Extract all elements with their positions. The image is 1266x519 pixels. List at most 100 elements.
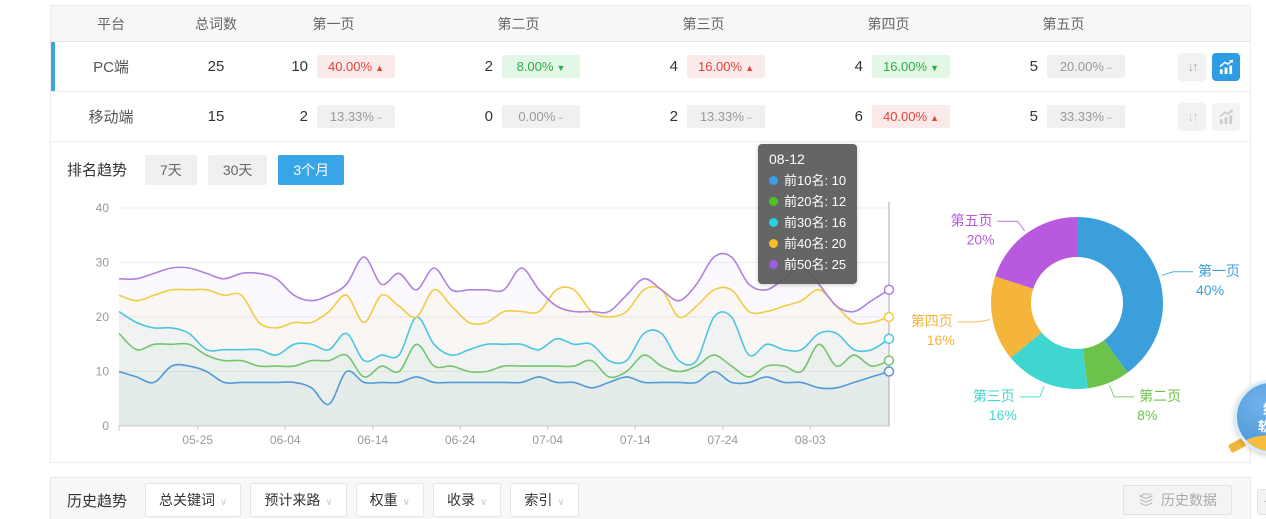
platform-name: 移动端 — [88, 109, 133, 126]
page3-cell: 213.33%− — [631, 105, 816, 128]
filter-button-1[interactable]: 预计来路∨ — [250, 483, 346, 517]
page1-cell: 2 13.33%− — [261, 105, 446, 128]
svg-text:10: 10 — [96, 365, 110, 379]
tooltip-item: 前20名: 12 — [769, 191, 846, 212]
flat-dash-icon: − — [377, 113, 382, 123]
filter-button-2[interactable]: 权重∨ — [356, 483, 424, 517]
change-badge: 40.00%▲ — [317, 55, 395, 78]
series-dot-icon — [769, 218, 778, 227]
donut-label-第三页: 第三页 — [973, 388, 1015, 404]
tooltip-item-text: 前10名: 10 — [784, 170, 846, 191]
history-trend-bar: 历史趋势 总关键词∨预计来路∨权重∨收录∨索引∨ 历史数据 — [50, 477, 1251, 519]
tooltip-item: 前40名: 20 — [769, 233, 846, 254]
page1-cell: 10 40.00%▲ — [261, 55, 446, 78]
change-badge: 16.00%▲ — [687, 55, 765, 78]
series-dot-icon — [769, 239, 778, 248]
tooltip-item-text: 前40名: 20 — [784, 233, 846, 254]
sort-arrows-button[interactable]: ↓↑ — [1178, 103, 1206, 131]
svg-text:40: 40 — [96, 201, 110, 215]
history-data-button[interactable]: 历史数据 — [1123, 485, 1232, 515]
donut-label-第一页: 第一页 — [1198, 263, 1240, 279]
col-header-platform: 平台 — [51, 14, 171, 34]
page5-cell: 5 20.00%− — [1001, 55, 1166, 78]
donut-label-第五页: 第五页 — [951, 212, 993, 228]
chevron-down-icon: ∨ — [403, 497, 410, 508]
page-count: 2 — [272, 108, 308, 125]
up-arrow-icon: ▲ — [375, 63, 384, 73]
tooltip-date: 08-12 — [769, 151, 846, 167]
table-header-row: 平台总词数第一页第二页第三页第四页第五页 — [51, 6, 1250, 42]
svg-text:0: 0 — [102, 419, 109, 433]
chart-tooltip: 08-12 前10名: 10前20名: 12前30名: 16前40名: 20前5… — [758, 144, 857, 284]
floating-side-widget[interactable]: + — [1257, 489, 1266, 515]
series-dot-icon — [769, 260, 778, 269]
tooltip-item: 前50名: 25 — [769, 254, 846, 275]
sort-arrows-button[interactable]: ↓↑ — [1178, 53, 1206, 81]
filter-button-0[interactable]: 总关键词∨ — [145, 483, 241, 517]
svg-text:05-25: 05-25 — [182, 433, 213, 447]
col-header-page2: 第二页 — [446, 14, 631, 34]
tab-range-0[interactable]: 7天 — [145, 155, 197, 185]
flat-dash-icon: − — [1107, 113, 1112, 123]
col-header-page4: 第四页 — [816, 14, 1001, 34]
col-header-total: 总词数 — [171, 14, 261, 34]
filter-button-4[interactable]: 索引∨ — [510, 483, 578, 517]
donut-value-第四页: 16% — [927, 332, 955, 348]
page-count: 0 — [457, 108, 493, 125]
page-count: 4 — [827, 58, 863, 75]
show-trend-chart-button[interactable] — [1212, 103, 1240, 131]
trend-and-donut-chart[interactable]: 01020304005-2506-0406-1406-2407-0407-140… — [51, 197, 1250, 464]
hover-point-前40名 — [885, 313, 894, 322]
keyword-ranking-panel: 平台总词数第一页第二页第三页第四页第五页PC端251040.00%▲28.00%… — [50, 5, 1251, 463]
filter-button-3[interactable]: 收录∨ — [433, 483, 501, 517]
page-count: 4 — [642, 58, 678, 75]
donut-value-第三页: 16% — [989, 407, 1017, 423]
history-data-label: 历史数据 — [1161, 490, 1217, 510]
svg-text:07-14: 07-14 — [620, 433, 651, 447]
table-row-pc[interactable]: PC端251040.00%▲28.00%▼416.00%▲416.00%▼520… — [51, 42, 1250, 92]
tooltip-items: 前10名: 10前20名: 12前30名: 16前40名: 20前50名: 25 — [769, 170, 846, 275]
page2-cell: 0 0.00%− — [446, 105, 631, 128]
hover-point-前20名 — [885, 356, 894, 365]
tooltip-item-text: 前30名: 16 — [784, 212, 846, 233]
trend-chart-icon — [1218, 59, 1234, 75]
page-count: 10 — [272, 58, 308, 75]
table-row-mobile[interactable]: 移动端15213.33%−00.00%−213.33%−640.00%▲533.… — [51, 92, 1250, 142]
col-header-page1: 第一页 — [261, 14, 446, 34]
ranking-table: 平台总词数第一页第二页第三页第四页第五页 PC端 2 5 10 40.00%▲ 2 8.00%… — [51, 6, 1250, 142]
flat-dash-icon: − — [747, 113, 752, 123]
row-actions: ↓↑ — [1166, 53, 1250, 81]
tab-range-1[interactable]: 30天 — [208, 155, 268, 185]
page3-cell: 4 16.00%▲ — [631, 55, 816, 78]
chevron-down-icon: ∨ — [480, 497, 487, 508]
trend-section-title: 排名趋势 — [67, 159, 127, 180]
donut-label-第二页: 第二页 — [1139, 388, 1181, 404]
change-badge: 0.00%− — [502, 105, 580, 128]
col-header-page3: 第三页 — [631, 14, 816, 34]
change-badge: 20.00%− — [1047, 55, 1125, 78]
change-badge: 33.33%− — [1047, 105, 1125, 128]
change-badge: 16.00%▼ — [872, 55, 950, 78]
tooltip-item-text: 前20名: 12 — [784, 191, 846, 212]
down-arrow-icon: ▼ — [556, 63, 565, 73]
change-badge: 8.00%▼ — [502, 55, 580, 78]
chevron-down-icon: ∨ — [220, 497, 227, 508]
seo-rank-dashboard: 平台总词数第一页第二页第三页第四页第五页PC端251040.00%▲28.00%… — [0, 0, 1266, 519]
tab-range-2[interactable]: 3个月 — [278, 155, 344, 185]
tooltip-item: 前10名: 10 — [769, 170, 846, 191]
change-badge: 40.00%▲ — [872, 105, 950, 128]
page-count: 5 — [1002, 58, 1038, 75]
page-count: 6 — [827, 108, 863, 125]
up-arrow-icon: ▲ — [745, 63, 754, 73]
svg-text:06-14: 06-14 — [357, 433, 388, 447]
show-trend-chart-button[interactable] — [1212, 53, 1240, 81]
platform-cell: PC端 — [51, 56, 171, 77]
svg-text:07-24: 07-24 — [707, 433, 738, 447]
svg-text:30: 30 — [96, 256, 110, 270]
platform-name: PC端 — [93, 59, 129, 76]
page-count: 2 — [457, 58, 493, 75]
donut-slice-第五页[interactable] — [995, 217, 1077, 289]
history-filter-buttons: 总关键词∨ 预计来路∨ 权重∨ 收录∨ 索引∨ — [145, 483, 588, 517]
change-badge: 13.33%− — [317, 105, 395, 128]
chart-strip: 01020304005-2506-0406-1406-2407-0407-140… — [51, 197, 1250, 464]
